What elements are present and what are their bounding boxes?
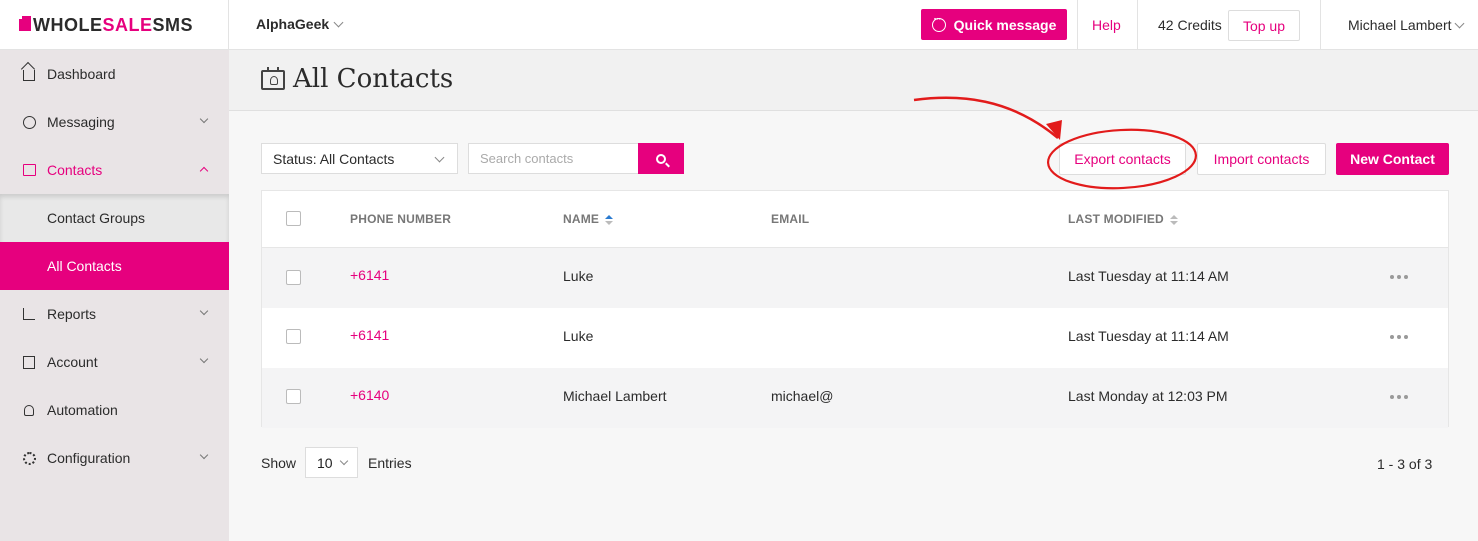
sort-icon bbox=[1169, 214, 1178, 225]
row-checkbox[interactable] bbox=[286, 270, 301, 285]
help-link[interactable]: Help bbox=[1092, 17, 1121, 33]
chevron-down-icon bbox=[1454, 18, 1464, 28]
contacts-table: PHONE NUMBER NAME EMAIL LAST MODIFIED +6… bbox=[261, 190, 1449, 428]
credits-count: 42 Credits bbox=[1158, 17, 1222, 33]
show-label: Show bbox=[261, 455, 297, 471]
gear-icon bbox=[22, 451, 36, 465]
logo-mark-icon bbox=[19, 16, 31, 31]
top-bar: WHOLESALESMS AlphaGeek Quick message Hel… bbox=[0, 0, 1478, 50]
sidebar-item-all-contacts[interactable]: All Contacts bbox=[0, 242, 229, 290]
search-group bbox=[468, 143, 684, 174]
row-checkbox[interactable] bbox=[286, 389, 301, 404]
page-title: All Contacts bbox=[293, 64, 454, 94]
contacts-icon bbox=[22, 163, 36, 177]
chart-icon bbox=[22, 307, 36, 321]
contact-name: Luke bbox=[563, 268, 594, 284]
select-all-checkbox[interactable] bbox=[286, 211, 301, 226]
table-header: PHONE NUMBER NAME EMAIL LAST MODIFIED bbox=[262, 191, 1448, 248]
sidebar-item-messaging[interactable]: Messaging bbox=[0, 98, 229, 146]
logo[interactable]: WHOLE SALE SMS bbox=[19, 15, 193, 35]
status-filter-select[interactable]: Status: All Contacts bbox=[261, 143, 458, 174]
sidebar-item-contacts[interactable]: Contacts bbox=[0, 146, 229, 194]
last-modified: Last Tuesday at 11:14 AM bbox=[1068, 268, 1229, 284]
sort-ascending-icon bbox=[605, 214, 614, 225]
table-row[interactable]: +6141 Luke Last Tuesday at 11:14 AM bbox=[262, 248, 1448, 308]
chevron-down-icon bbox=[199, 306, 209, 316]
document-icon bbox=[22, 355, 36, 369]
page-size-select[interactable]: 10 bbox=[305, 447, 358, 478]
column-name[interactable]: NAME bbox=[563, 212, 614, 226]
import-contacts-button[interactable]: Import contacts bbox=[1197, 143, 1326, 175]
export-contacts-button[interactable]: Export contacts bbox=[1059, 143, 1186, 175]
sidebar-item-reports[interactable]: Reports bbox=[0, 290, 229, 338]
chevron-down-icon bbox=[434, 152, 445, 163]
chevron-up-icon bbox=[199, 166, 209, 176]
account-selector[interactable]: AlphaGeek bbox=[256, 16, 346, 32]
chevron-down-icon bbox=[199, 114, 209, 124]
divider bbox=[1320, 0, 1321, 50]
divider bbox=[228, 0, 229, 50]
table-row[interactable]: +6140 Michael Lambert michael@ Last Mond… bbox=[262, 368, 1448, 428]
more-options-icon[interactable] bbox=[1390, 335, 1408, 339]
contact-name: Michael Lambert bbox=[563, 388, 667, 404]
chevron-down-icon bbox=[339, 456, 349, 466]
chat-icon bbox=[931, 14, 946, 32]
quick-message-button[interactable]: Quick message bbox=[921, 9, 1067, 40]
pagination-summary: 1 - 3 of 3 bbox=[1377, 456, 1433, 472]
column-phone-number[interactable]: PHONE NUMBER bbox=[350, 212, 451, 226]
page-header: All Contacts bbox=[229, 50, 1478, 111]
row-checkbox[interactable] bbox=[286, 329, 301, 344]
last-modified: Last Tuesday at 11:14 AM bbox=[1068, 328, 1229, 344]
top-up-button[interactable]: Top up bbox=[1228, 10, 1300, 41]
contacts-icon bbox=[261, 67, 285, 90]
sidebar-item-automation[interactable]: Automation bbox=[0, 386, 229, 434]
home-icon bbox=[22, 67, 36, 81]
user-menu[interactable]: Michael Lambert bbox=[1348, 17, 1467, 33]
new-contact-button[interactable]: New Contact bbox=[1336, 143, 1449, 175]
contact-name: Luke bbox=[563, 328, 594, 344]
sidebar: Dashboard Messaging Contacts Contact Gro… bbox=[0, 50, 229, 541]
chevron-down-icon bbox=[333, 17, 344, 27]
entries-label: Entries bbox=[368, 455, 412, 471]
divider bbox=[1077, 0, 1078, 50]
main-content: All Contacts Status: All Contacts Export… bbox=[229, 50, 1478, 541]
search-icon bbox=[656, 153, 666, 164]
divider bbox=[1137, 0, 1138, 50]
chevron-down-icon bbox=[199, 354, 209, 364]
chevron-down-icon bbox=[199, 450, 209, 460]
phone-link[interactable]: +6141 bbox=[350, 267, 389, 283]
table-row[interactable]: +6141 Luke Last Tuesday at 11:14 AM bbox=[262, 308, 1448, 368]
phone-link[interactable]: +6141 bbox=[350, 327, 389, 343]
sidebar-item-configuration[interactable]: Configuration bbox=[0, 434, 229, 482]
last-modified: Last Monday at 12:03 PM bbox=[1068, 388, 1228, 404]
search-input[interactable] bbox=[468, 143, 638, 174]
phone-link[interactable]: +6140 bbox=[350, 387, 389, 403]
sidebar-item-account[interactable]: Account bbox=[0, 338, 229, 386]
search-button[interactable] bbox=[638, 143, 684, 174]
chat-icon bbox=[22, 115, 36, 129]
more-options-icon[interactable] bbox=[1390, 275, 1408, 279]
column-last-modified[interactable]: LAST MODIFIED bbox=[1068, 212, 1178, 226]
more-options-icon[interactable] bbox=[1390, 395, 1408, 399]
column-email[interactable]: EMAIL bbox=[771, 212, 809, 226]
sidebar-item-dashboard[interactable]: Dashboard bbox=[0, 50, 229, 98]
bell-icon bbox=[22, 403, 36, 417]
sidebar-item-contact-groups[interactable]: Contact Groups bbox=[0, 194, 229, 242]
contact-email: michael@ bbox=[771, 388, 834, 404]
